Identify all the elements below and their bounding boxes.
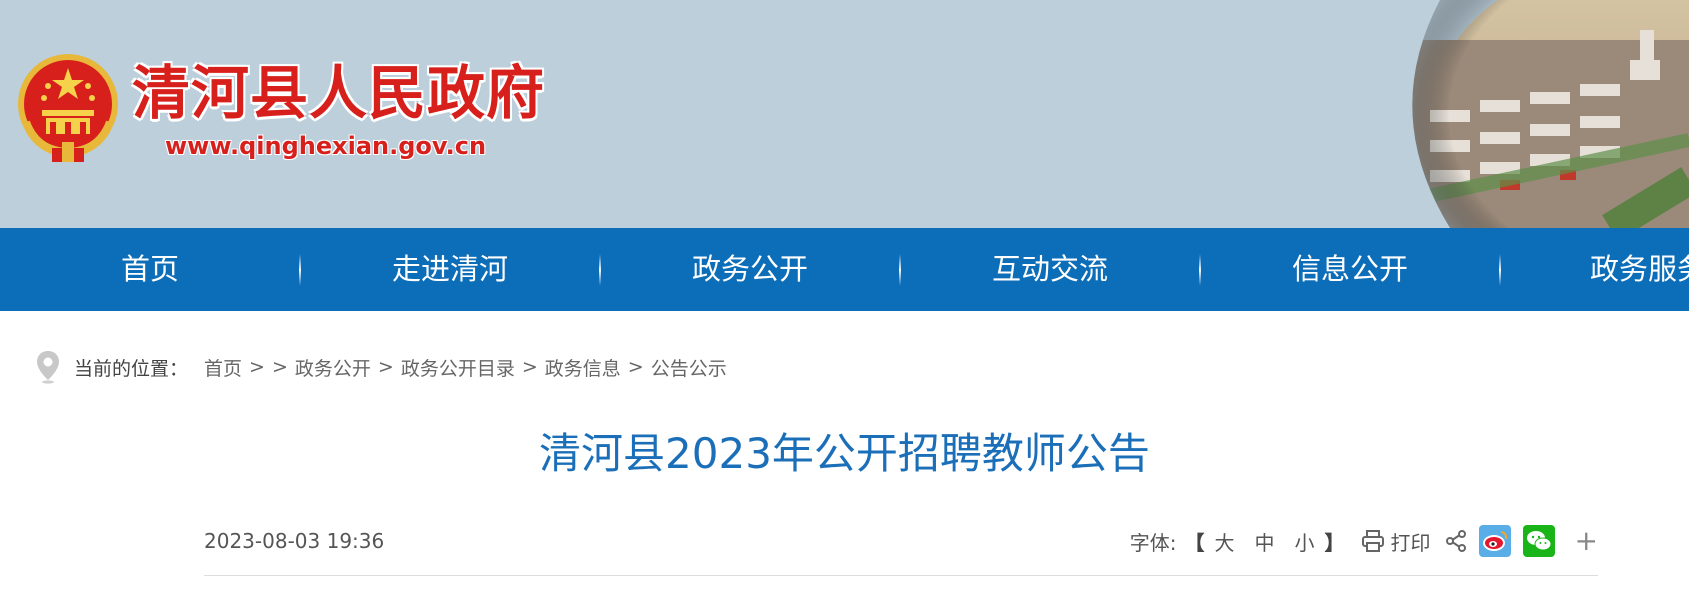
nav-item-interaction[interactable]: 互动交流	[980, 228, 1120, 311]
breadcrumb: 当前的位置： 首页 > > 政务公开 > 政务公开目录 > 政务信息 > 公告公…	[36, 350, 727, 384]
bracket-close: 】	[1324, 530, 1345, 555]
font-size-large-button[interactable]: 大	[1215, 527, 1235, 556]
nav-item-home[interactable]: 首页	[95, 228, 205, 311]
site-title: 清河县人民政府	[132, 59, 546, 127]
weibo-icon	[1482, 531, 1507, 551]
breadcrumb-separator: >	[271, 356, 288, 378]
breadcrumb-home[interactable]: 首页	[204, 354, 242, 381]
nav-divider	[1199, 254, 1201, 286]
breadcrumb-gov-info[interactable]: 政务信息	[545, 354, 621, 381]
nav-item-about[interactable]: 走进清河	[380, 228, 520, 311]
breadcrumb-separator: >	[521, 356, 538, 378]
nav-divider	[899, 254, 901, 286]
divider-line	[204, 575, 1598, 576]
nav-item-info-disclosure[interactable]: 信息公开	[1280, 228, 1420, 311]
breadcrumb-gov-affairs[interactable]: 政务公开	[295, 354, 371, 381]
breadcrumb-label: 当前的位置：	[74, 357, 189, 380]
article-meta: 2023-08-03 19:36 字体: 【 大 中 小 】 打印 +	[204, 525, 1598, 557]
breadcrumb-separator: >	[627, 356, 644, 378]
print-label: 打印	[1390, 530, 1431, 555]
bracket-open: 【	[1184, 530, 1205, 555]
share-icon	[1445, 530, 1466, 552]
city-aerial-photo	[1370, 0, 1689, 228]
wechat-icon	[1526, 531, 1552, 551]
nav-item-gov-services[interactable]: 政务服务	[1590, 228, 1689, 311]
article-title: 清河县2023年公开招聘教师公告	[539, 429, 1150, 478]
site-url: www.qinghexian.gov.cn	[165, 132, 487, 160]
breadcrumb-separator: >	[249, 356, 265, 378]
wechat-share-button[interactable]	[1522, 525, 1555, 557]
font-size-small-button[interactable]: 小	[1295, 527, 1315, 556]
nav-item-gov-affairs[interactable]: 政务公开	[680, 228, 820, 311]
weibo-share-button[interactable]	[1478, 525, 1511, 557]
breadcrumb-separator: >	[377, 356, 394, 378]
national-emblem-logo	[18, 54, 118, 162]
more-share-button[interactable]: +	[1575, 525, 1598, 557]
font-size-medium-button[interactable]: 中	[1255, 527, 1275, 556]
nav-divider	[1499, 254, 1501, 286]
article-tools: 字体: 【 大 中 小 】 打印 +	[1130, 525, 1598, 557]
share-button[interactable]	[1445, 530, 1467, 552]
print-button[interactable]: 打印	[1361, 527, 1431, 556]
header-banner: 清河县人民政府 www.qinghexian.gov.cn	[0, 0, 1689, 228]
publish-date: 2023-08-03 19:36	[204, 529, 385, 553]
nav-divider	[599, 254, 601, 286]
printer-icon	[1361, 530, 1384, 552]
font-size-label: 字体:	[1129, 530, 1177, 555]
location-pin-icon	[37, 351, 59, 384]
nav-divider	[299, 254, 301, 286]
breadcrumb-gov-catalog[interactable]: 政务公开目录	[401, 354, 515, 381]
breadcrumb-announcements[interactable]: 公告公示	[651, 354, 727, 381]
main-nav: 首页 走进清河 政务公开 互动交流 信息公开 政务服务	[0, 228, 1689, 311]
